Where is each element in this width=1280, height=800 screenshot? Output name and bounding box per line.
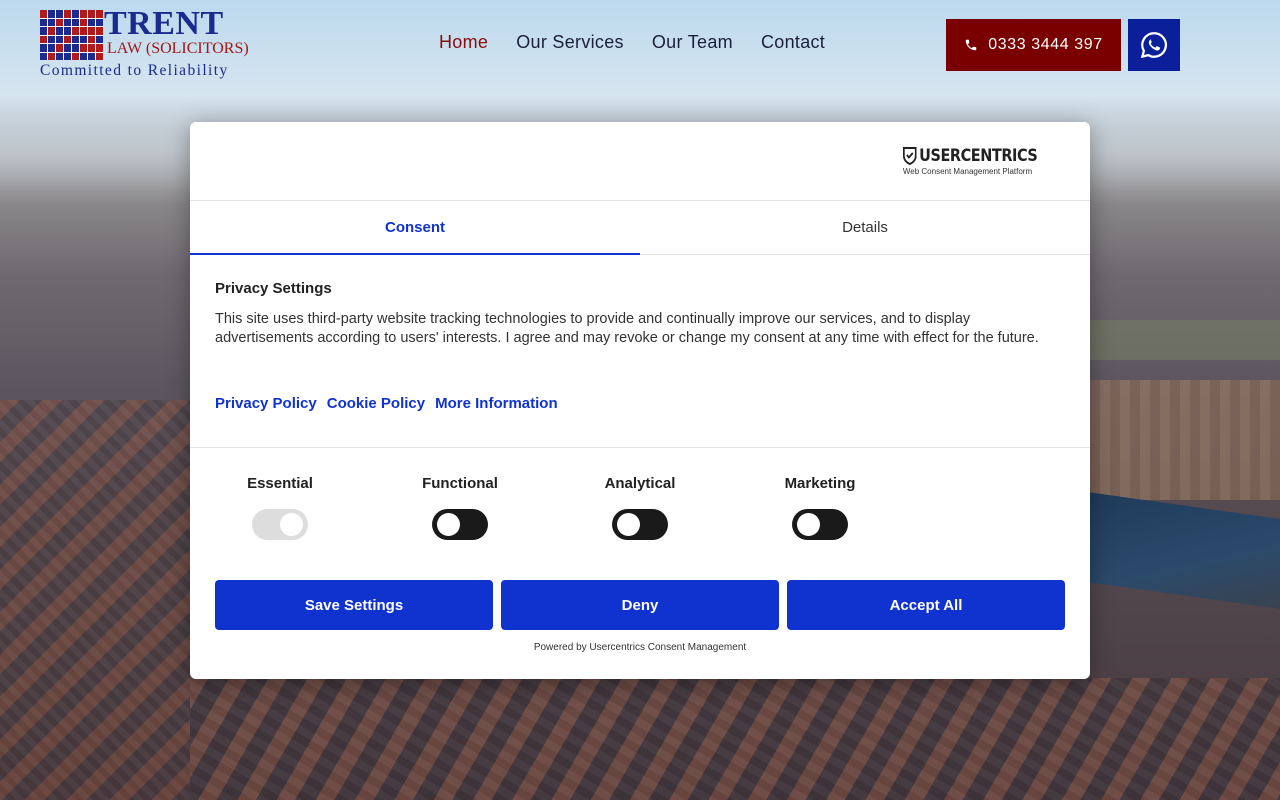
usercentrics-subtitle: Web Consent Management Platform bbox=[902, 167, 1033, 176]
logo-tile bbox=[96, 44, 103, 52]
logo-grid-icon bbox=[40, 10, 103, 60]
usercentrics-brand: USERCENTRICS bbox=[919, 146, 1038, 166]
deny-button[interactable]: Deny bbox=[501, 580, 779, 630]
logo-tile bbox=[40, 35, 47, 43]
logo-tile bbox=[88, 35, 95, 43]
logo-tile bbox=[64, 18, 71, 26]
logo-tile bbox=[88, 52, 95, 60]
logo-tile bbox=[48, 35, 55, 43]
logo-tile bbox=[88, 44, 95, 52]
cookie-policy-link[interactable]: Cookie Policy bbox=[327, 395, 425, 412]
logo-tile bbox=[96, 27, 103, 35]
logo-tile bbox=[96, 35, 103, 43]
consent-content: Privacy Settings This site uses third-pa… bbox=[215, 280, 1065, 412]
category-label: Analytical bbox=[604, 475, 676, 492]
logo-tile bbox=[40, 27, 47, 35]
logo-tile bbox=[64, 35, 71, 43]
logo-tile bbox=[88, 10, 95, 18]
logo-tile bbox=[96, 10, 103, 18]
logo-tile bbox=[56, 35, 63, 43]
nav-contact[interactable]: Contact bbox=[761, 32, 825, 53]
category-marketing: Marketing bbox=[730, 475, 910, 540]
divider bbox=[190, 447, 1090, 448]
site-header: TRENT LAW (SOLICITORS) Committed to Reli… bbox=[0, 0, 1280, 90]
logo-tile bbox=[40, 18, 47, 26]
logo-tile bbox=[40, 44, 47, 52]
logo-tile bbox=[88, 18, 95, 26]
logo-tile bbox=[56, 10, 63, 18]
phone-icon bbox=[965, 39, 977, 51]
powered-by-text: Powered by Usercentrics Consent Manageme… bbox=[533, 642, 747, 653]
privacy-settings-title: Privacy Settings bbox=[215, 280, 332, 297]
nav-our-team[interactable]: Our Team bbox=[652, 32, 733, 53]
whatsapp-button[interactable] bbox=[1128, 19, 1180, 71]
logo-tile bbox=[64, 44, 71, 52]
category-label: Marketing bbox=[784, 475, 856, 492]
logo-tile bbox=[64, 52, 71, 60]
logo-tile bbox=[96, 18, 103, 26]
logo-tile bbox=[72, 18, 79, 26]
consent-header: USERCENTRICS Web Consent Management Plat… bbox=[190, 122, 1090, 201]
logo-tile bbox=[48, 52, 55, 60]
logo-subtitle: LAW (SOLICITORS) bbox=[107, 40, 249, 57]
tab-consent[interactable]: Consent bbox=[190, 201, 640, 255]
consent-links: Privacy Policy Cookie Policy More Inform… bbox=[215, 395, 1065, 412]
logo-tile bbox=[72, 44, 79, 52]
logo-tile bbox=[40, 10, 47, 18]
logo-tile bbox=[80, 35, 87, 43]
privacy-policy-link[interactable]: Privacy Policy bbox=[215, 395, 317, 412]
category-label: Functional bbox=[422, 475, 498, 492]
marketing-toggle[interactable] bbox=[792, 509, 848, 540]
site-logo[interactable]: TRENT LAW (SOLICITORS) Committed to Reli… bbox=[40, 5, 255, 81]
logo-tile bbox=[72, 52, 79, 60]
logo-tile bbox=[56, 52, 63, 60]
logo-tile bbox=[56, 27, 63, 35]
category-essential: Essential bbox=[190, 475, 370, 540]
category-toggles: Essential Functional Analytical Marketin… bbox=[190, 475, 1090, 545]
essential-toggle[interactable] bbox=[252, 509, 308, 540]
logo-tile bbox=[64, 10, 71, 18]
category-functional: Functional bbox=[370, 475, 550, 540]
logo-tile bbox=[80, 18, 87, 26]
usercentrics-logo: USERCENTRICS Web Consent Management Plat… bbox=[902, 146, 1061, 176]
logo-tile bbox=[80, 10, 87, 18]
more-information-link[interactable]: More Information bbox=[435, 395, 558, 412]
whatsapp-icon bbox=[1140, 32, 1168, 59]
logo-tile bbox=[88, 27, 95, 35]
consent-actions: Save Settings Deny Accept All bbox=[215, 580, 1065, 630]
shield-icon bbox=[902, 147, 917, 165]
consent-dialog: USERCENTRICS Web Consent Management Plat… bbox=[190, 122, 1090, 679]
logo-tile bbox=[80, 44, 87, 52]
logo-name: TRENT bbox=[104, 5, 224, 42]
phone-number: 0333 3444 397 bbox=[988, 36, 1103, 53]
logo-tile bbox=[48, 10, 55, 18]
accept-all-button[interactable]: Accept All bbox=[787, 580, 1065, 630]
category-label: Essential bbox=[247, 475, 313, 492]
logo-tile bbox=[96, 52, 103, 60]
category-analytical: Analytical bbox=[550, 475, 730, 540]
functional-toggle[interactable] bbox=[432, 509, 488, 540]
logo-tagline: Committed to Reliability bbox=[40, 62, 229, 79]
logo-tile bbox=[56, 18, 63, 26]
logo-tile bbox=[48, 44, 55, 52]
save-settings-button[interactable]: Save Settings bbox=[215, 580, 493, 630]
logo-tile bbox=[80, 27, 87, 35]
tab-details[interactable]: Details bbox=[640, 201, 1090, 254]
nav-our-services[interactable]: Our Services bbox=[516, 32, 624, 53]
logo-tile bbox=[72, 27, 79, 35]
logo-tile bbox=[40, 52, 47, 60]
main-nav: Home Our Services Our Team Contact bbox=[439, 32, 825, 53]
logo-tile bbox=[48, 27, 55, 35]
logo-tile bbox=[80, 52, 87, 60]
logo-tile bbox=[56, 44, 63, 52]
phone-button[interactable]: 0333 3444 397 bbox=[946, 19, 1121, 71]
analytical-toggle[interactable] bbox=[612, 509, 668, 540]
logo-tile bbox=[64, 27, 71, 35]
logo-tile bbox=[48, 18, 55, 26]
privacy-settings-text: This site uses third-party website track… bbox=[215, 310, 1065, 366]
logo-tile bbox=[72, 35, 79, 43]
logo-tile bbox=[72, 10, 79, 18]
nav-home[interactable]: Home bbox=[439, 32, 488, 53]
consent-tabs: Consent Details bbox=[190, 201, 1090, 255]
